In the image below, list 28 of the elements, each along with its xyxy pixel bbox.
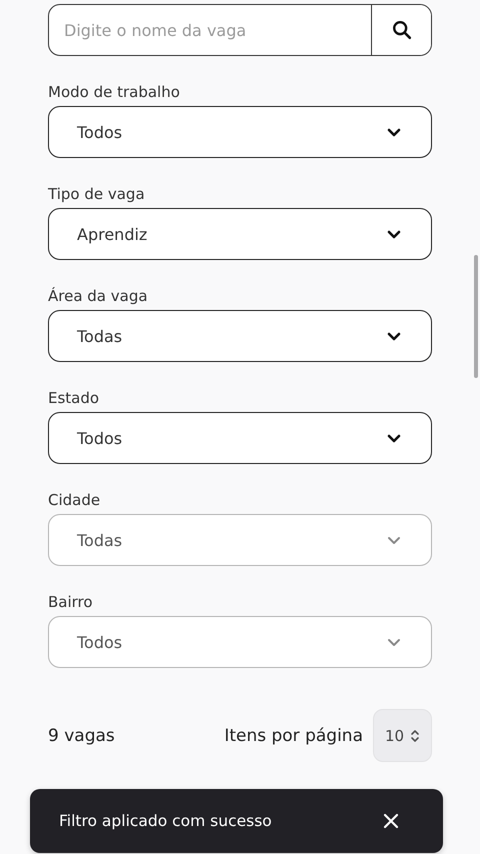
dropdown[interactable]: Todos — [48, 106, 432, 158]
chevron-down-icon — [387, 128, 401, 136]
chevron-down-icon — [387, 536, 401, 544]
search-icon — [390, 19, 412, 41]
search-button[interactable] — [371, 5, 431, 55]
dropdown[interactable]: Todas — [48, 310, 432, 362]
dropdown[interactable]: Aprendiz — [48, 208, 432, 260]
per-page-select[interactable]: 10 — [373, 709, 432, 762]
scrollbar-thumb[interactable] — [474, 255, 478, 378]
field-label: Bairro — [48, 592, 94, 612]
field-label: Cidade — [48, 490, 102, 510]
close-icon — [383, 813, 399, 829]
chevron-down-icon — [387, 434, 401, 442]
field-label: Estado — [48, 388, 100, 408]
per-page-label: Itens por página — [224, 726, 363, 746]
sort-arrows-icon — [410, 728, 420, 742]
field-label: Modo de trabalho — [48, 82, 181, 102]
toast-message: Filtro aplicado com sucesso — [59, 812, 272, 830]
chevron-down-icon — [387, 332, 401, 340]
field-label: Tipo de vaga — [48, 184, 146, 204]
search-input[interactable]: Digite o nome da vaga — [49, 5, 371, 55]
results-count: 9 vagas — [48, 726, 115, 746]
chevron-down-icon — [387, 638, 401, 646]
close-button[interactable] — [383, 813, 399, 829]
chevron-down-icon — [387, 230, 401, 238]
dropdown[interactable]: Todos — [48, 412, 432, 464]
field-label: Área da vaga — [48, 286, 149, 306]
search-field[interactable]: Digite o nome da vaga — [48, 4, 432, 56]
